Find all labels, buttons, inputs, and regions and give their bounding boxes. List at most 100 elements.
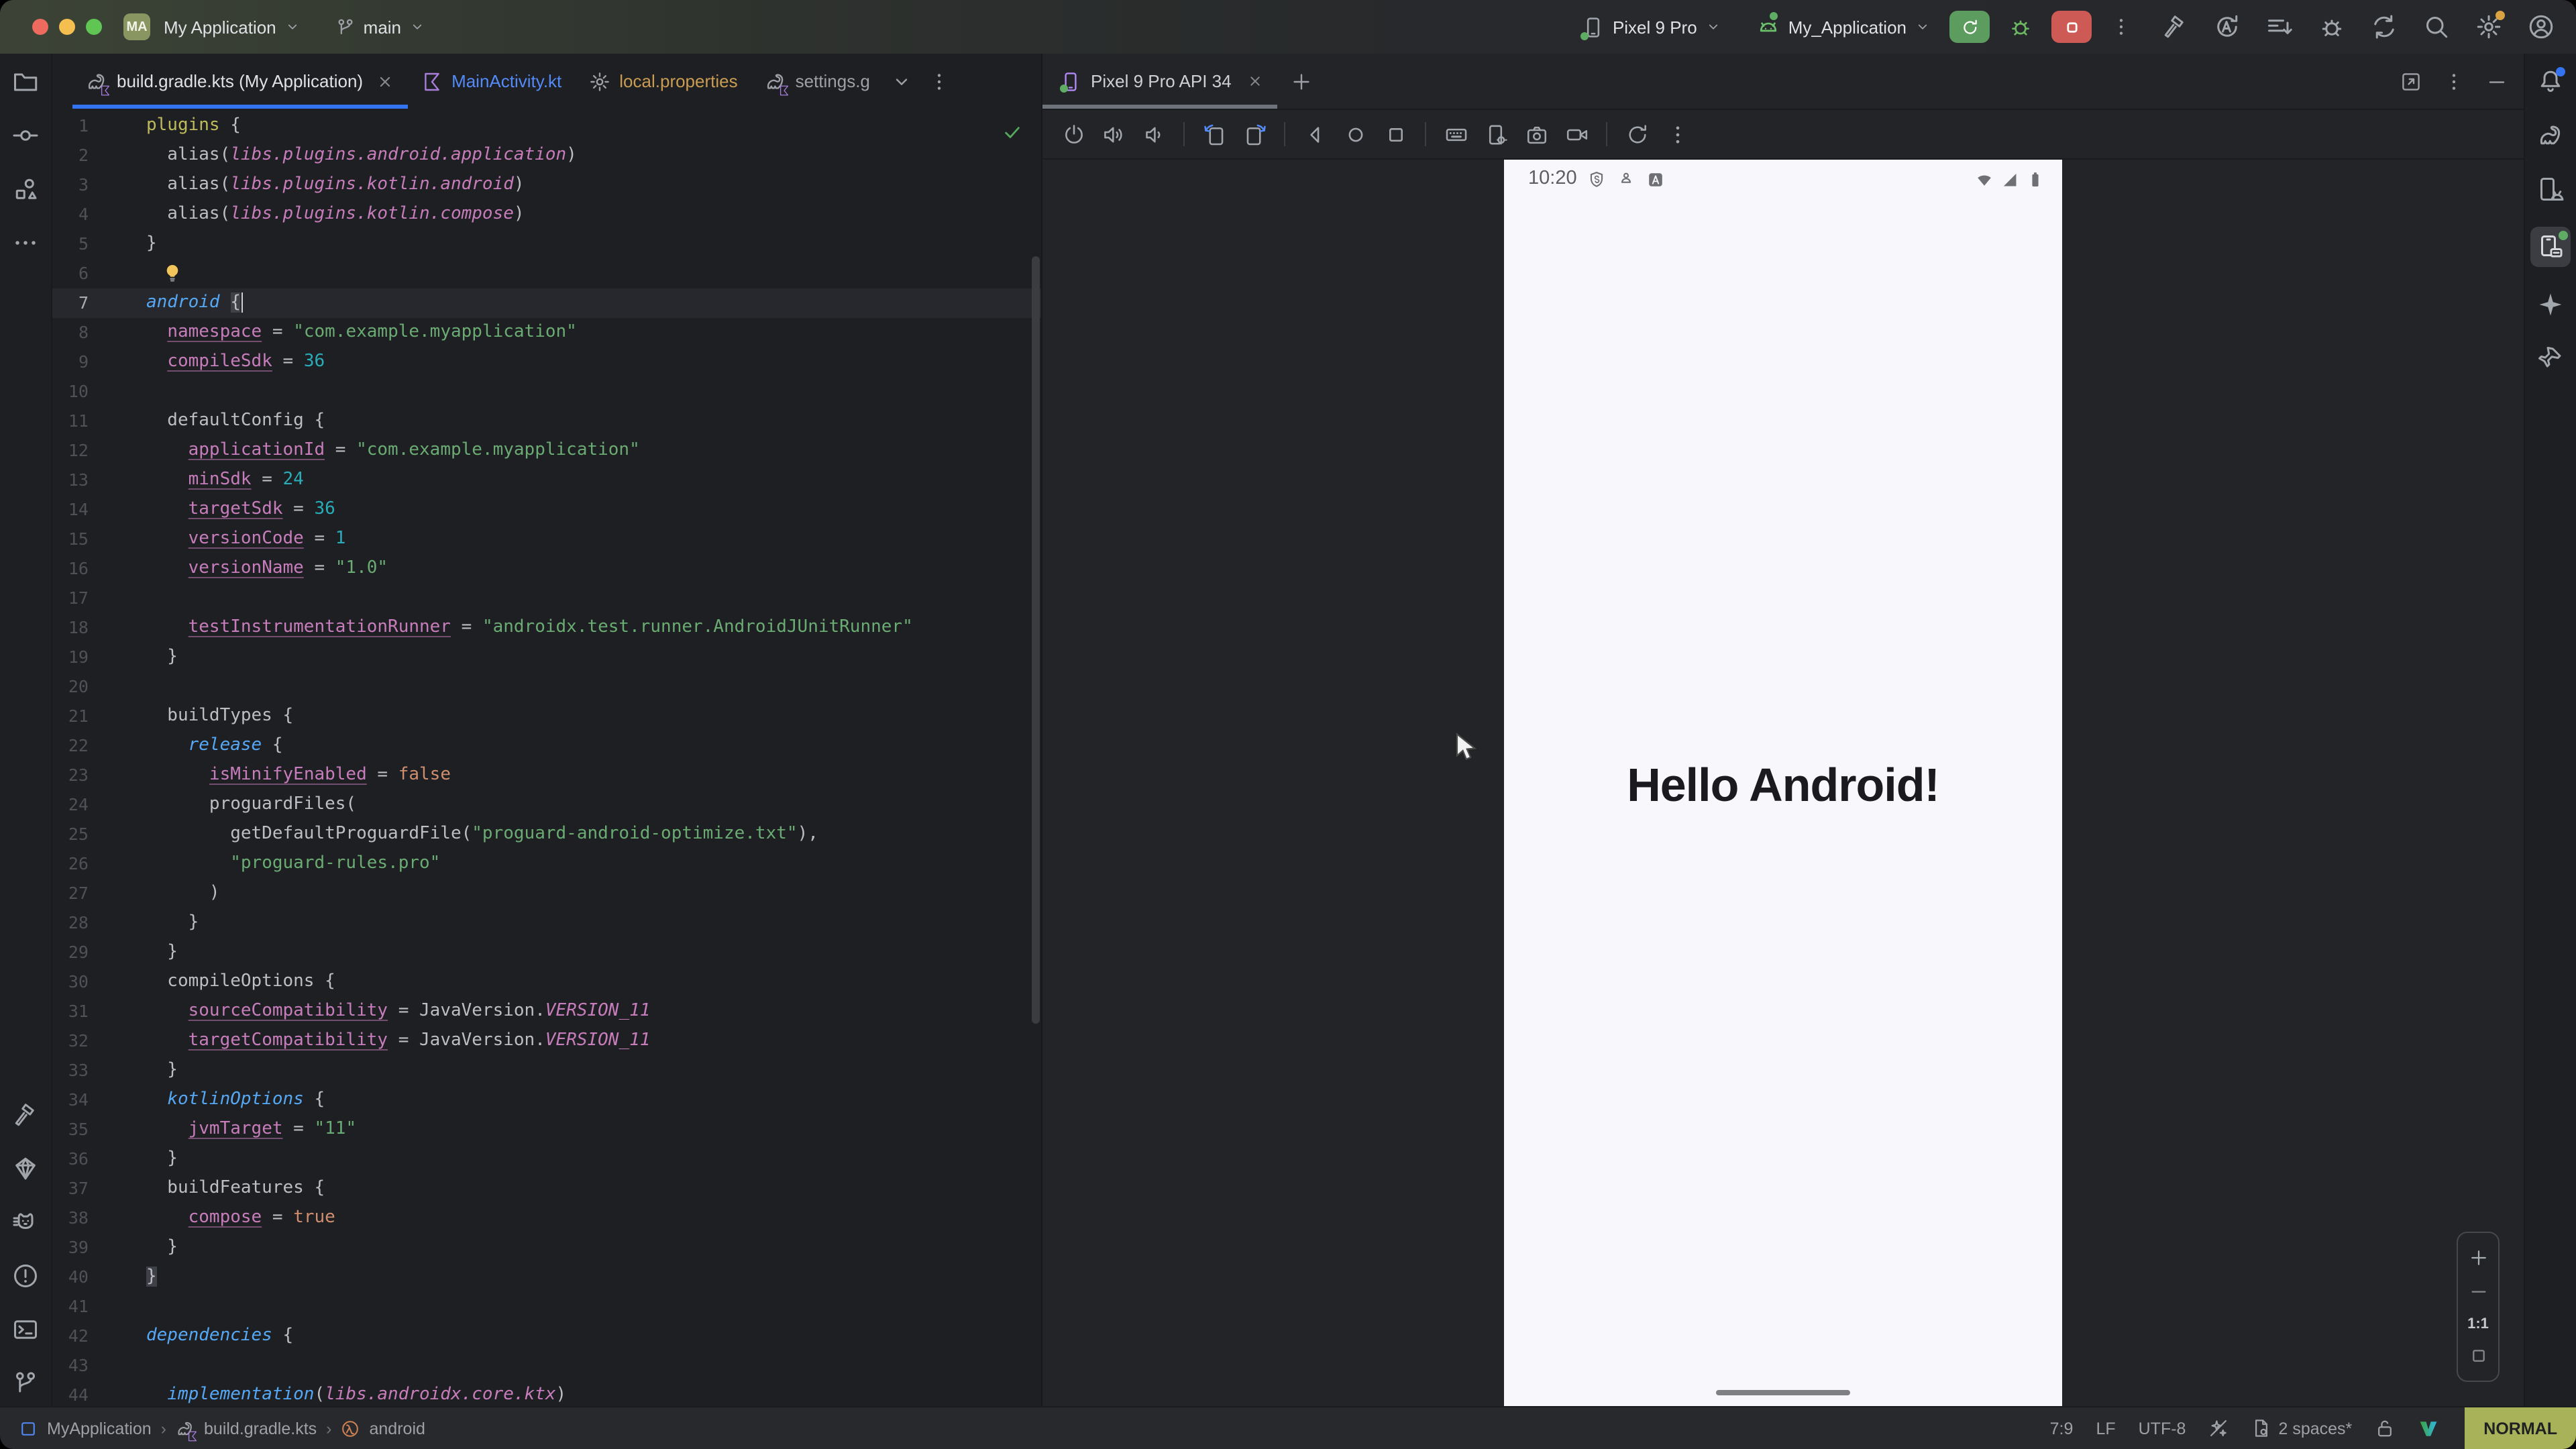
ai-assistant-off-icon[interactable] (2208, 1418, 2229, 1438)
open-in-window-icon[interactable] (2400, 70, 2422, 92)
code-line[interactable]: 39 } (52, 1233, 1041, 1263)
code-line[interactable]: 15 versionCode = 1 (52, 525, 1041, 554)
code-line[interactable]: 19 } (52, 643, 1041, 672)
screenshot-icon[interactable] (1519, 117, 1554, 152)
more-tool-windows-icon[interactable] (9, 227, 42, 259)
build-icon[interactable] (9, 1099, 42, 1131)
sync-icon[interactable] (2371, 13, 2398, 40)
breadcrumb-item[interactable]: android (370, 1419, 425, 1438)
zoom-window-button[interactable] (86, 19, 102, 35)
code-line[interactable]: 43 (52, 1351, 1041, 1381)
more-options-icon[interactable] (1660, 117, 1695, 152)
tab-mainactivity[interactable]: MainActivity.kt (407, 54, 575, 109)
running-devices-icon[interactable] (2530, 227, 2571, 267)
code-line[interactable]: 22 release { (52, 731, 1041, 761)
emulator-screen[interactable]: 10:20 Hello Android! (1504, 160, 2062, 1406)
code-line[interactable]: 2 alias(libs.plugins.android.application… (52, 141, 1041, 170)
code-line[interactable]: 16 versionName = "1.0" (52, 554, 1041, 584)
version-control-icon[interactable] (9, 1367, 42, 1399)
inspections-ok-icon[interactable] (1002, 122, 1022, 142)
line-ending[interactable]: LF (2096, 1419, 2115, 1438)
code-line[interactable]: 33 } (52, 1056, 1041, 1085)
more-run-options-icon[interactable] (2110, 16, 2132, 38)
build-hammer-icon[interactable] (2161, 13, 2188, 40)
macos-traffic-lights[interactable] (32, 19, 102, 35)
attach-debugger-icon[interactable] (2318, 13, 2345, 40)
stop-button[interactable] (2051, 11, 2092, 43)
code-line[interactable]: 3 alias(libs.plugins.kotlin.android) (52, 170, 1041, 200)
code-line[interactable]: 9 compileSdk = 36 (52, 347, 1041, 377)
panel-options-icon[interactable] (2443, 70, 2465, 92)
code-line[interactable]: 17 (52, 584, 1041, 613)
hide-panel-icon[interactable] (2486, 70, 2508, 92)
profiler-icon[interactable] (2266, 13, 2293, 40)
apply-changes-icon[interactable] (2214, 13, 2241, 40)
problems-icon[interactable] (9, 1260, 42, 1292)
code-line[interactable]: 1plugins { (52, 111, 1041, 141)
zoom-in-icon[interactable] (2468, 1247, 2488, 1267)
code-line[interactable]: 41 (52, 1292, 1041, 1322)
vim-mode-badge[interactable]: NORMAL (2465, 1407, 2576, 1449)
code-line[interactable]: 24 proguardFiles( (52, 790, 1041, 820)
commit-icon[interactable] (9, 119, 42, 152)
code-line[interactable]: 12 applicationId = "com.example.myapplic… (52, 436, 1041, 466)
code-line[interactable]: 25 getDefaultProguardFile("proguard-andr… (52, 820, 1041, 849)
unlock-icon[interactable] (2375, 1418, 2395, 1438)
tab-build-gradle[interactable]: build.gradle.kts (My Application) (72, 54, 407, 109)
code-line[interactable]: 4 alias(libs.plugins.kotlin.compose) (52, 200, 1041, 229)
device-settings-icon[interactable] (1479, 117, 1513, 152)
code-line[interactable]: 30 compileOptions { (52, 967, 1041, 997)
power-icon[interactable] (1056, 117, 1091, 152)
indent-widget[interactable]: 2 spaces* (2251, 1418, 2352, 1438)
project-widget[interactable]: My Application (164, 17, 301, 37)
caret-position[interactable]: 7:9 (2050, 1419, 2074, 1438)
code-line[interactable]: 23 isMinifyEnabled = false (52, 761, 1041, 790)
device-tab[interactable]: Pixel 9 Pro API 34 (1042, 54, 1277, 109)
encoding[interactable]: UTF-8 (2139, 1419, 2186, 1438)
code-line[interactable]: 28 } (52, 908, 1041, 938)
rerun-button[interactable] (1949, 11, 1990, 43)
code-line[interactable]: 38 compose = true (52, 1203, 1041, 1233)
close-window-button[interactable] (32, 19, 48, 35)
code-line[interactable]: 26 "proguard-rules.pro" (52, 849, 1041, 879)
code-line[interactable]: 20 (52, 672, 1041, 702)
editor-scrollbar[interactable] (1032, 256, 1040, 1024)
code-line[interactable]: 27 ) (52, 879, 1041, 908)
search-everywhere-icon[interactable] (2423, 13, 2450, 40)
screen-record-icon[interactable] (1559, 117, 1594, 152)
terminal-icon[interactable] (9, 1313, 42, 1346)
android-overview-icon[interactable] (1378, 117, 1413, 152)
code-line[interactable]: 13 minSdk = 24 (52, 466, 1041, 495)
rotate-left-icon[interactable] (1197, 117, 1232, 152)
code-line[interactable]: 5} (52, 229, 1041, 259)
vcs-widget[interactable]: main (335, 17, 425, 37)
debug-button[interactable] (2008, 15, 2033, 39)
add-device-tab-icon[interactable] (1291, 70, 1312, 92)
resource-manager-icon[interactable] (9, 173, 42, 205)
code-line[interactable]: 31 sourceCompatibility = JavaVersion.VER… (52, 997, 1041, 1026)
code-line[interactable]: 40} (52, 1263, 1041, 1292)
close-tab-icon[interactable] (1246, 72, 1264, 90)
code-line[interactable]: 11 defaultConfig { (52, 407, 1041, 436)
account-icon[interactable] (2528, 13, 2555, 40)
android-home-icon[interactable] (1338, 117, 1373, 152)
minimize-window-button[interactable] (59, 19, 75, 35)
gradle-icon[interactable] (2534, 119, 2567, 152)
code-line[interactable]: 34 kotlinOptions { (52, 1085, 1041, 1115)
code-line[interactable]: 6 (52, 259, 1041, 288)
gemini-icon[interactable] (2534, 288, 2567, 321)
plane-icon[interactable] (2534, 342, 2567, 374)
show-hidden-tabs-icon[interactable] (892, 70, 913, 92)
code-line[interactable]: 7android { (52, 288, 1041, 318)
tab-options-icon[interactable] (929, 70, 951, 92)
code-line[interactable]: 29 } (52, 938, 1041, 967)
zoom-out-icon[interactable] (2468, 1281, 2488, 1301)
notifications-icon[interactable] (2534, 66, 2567, 98)
code-line[interactable]: 44 implementation(libs.androidx.core.ktx… (52, 1381, 1041, 1406)
code-line[interactable]: 32 targetCompatibility = JavaVersion.VER… (52, 1026, 1041, 1056)
device-manager-icon[interactable] (2534, 173, 2567, 205)
code-line[interactable]: 37 buildFeatures { (52, 1174, 1041, 1203)
zoom-fit-icon[interactable] (2468, 1346, 2488, 1366)
code-line[interactable]: 21 buildTypes { (52, 702, 1041, 731)
close-tab-icon[interactable] (375, 72, 394, 91)
